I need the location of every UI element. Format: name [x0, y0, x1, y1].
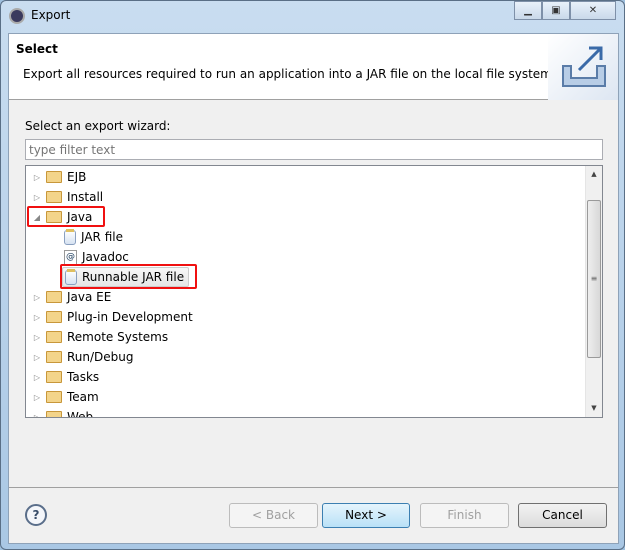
tree-item-label: EJB: [67, 170, 87, 184]
collapsed-twistie-icon[interactable]: ▷: [32, 293, 42, 302]
dialog-client: Select Export all resources required to …: [8, 33, 619, 544]
back-button[interactable]: < Back: [229, 503, 318, 528]
page-description: Export all resources required to run an …: [23, 67, 556, 81]
collapsed-twistie-icon[interactable]: ▷: [32, 173, 42, 182]
page-title: Select: [16, 42, 58, 56]
tree-item[interactable]: ▷ Team: [32, 387, 99, 407]
tree-item-label: Team: [67, 390, 99, 404]
collapsed-twistie-icon[interactable]: ▷: [32, 353, 42, 362]
tree-item[interactable]: ▷ EJB: [32, 167, 86, 187]
tree-item-label: Plug-in Development: [67, 310, 193, 324]
tree-item[interactable]: ▷ Web: [32, 407, 94, 418]
filter-input[interactable]: [25, 139, 603, 160]
tree-item-label: Run/Debug: [67, 350, 134, 364]
scroll-down-arrow[interactable]: ▼: [586, 400, 602, 417]
scroll-thumb[interactable]: ≡: [587, 200, 601, 358]
tree-item-label: Java EE: [67, 290, 112, 304]
collapsed-twistie-icon[interactable]: ▷: [32, 333, 42, 342]
window-title: Export: [31, 8, 71, 22]
cancel-button[interactable]: Cancel: [518, 503, 607, 528]
tree-item[interactable]: ▷ Install: [32, 187, 103, 207]
collapsed-twistie-icon[interactable]: ▷: [32, 373, 42, 382]
help-icon[interactable]: ?: [25, 504, 47, 526]
tree-item-label: Remote Systems: [67, 330, 169, 344]
filter-label: Select an export wizard:: [25, 119, 171, 133]
folder-icon: [46, 371, 62, 383]
close-button[interactable]: ✕: [570, 1, 616, 20]
wizard-tree: ▲ ≡ ▼ ▷ EJB ▷ Install ◢ Java JAR file @ Javadoc R…: [25, 165, 603, 418]
folder-icon: [46, 191, 62, 203]
red-highlight-box: [27, 206, 105, 227]
folder-icon: [46, 311, 62, 323]
folder-icon: [46, 171, 62, 183]
next-button[interactable]: Next >: [322, 503, 410, 528]
folder-icon: [46, 411, 62, 417]
tree-item[interactable]: ▷ Tasks: [32, 367, 99, 387]
export-wizard-icon: [548, 34, 618, 100]
maximize-button[interactable]: ▣: [542, 1, 570, 20]
minimize-button[interactable]: ▁: [514, 1, 542, 20]
javadoc-icon: @: [64, 249, 77, 265]
tree-item-label: JAR file: [81, 230, 123, 244]
collapsed-twistie-icon[interactable]: ▷: [32, 313, 42, 322]
tree-item-label: Tasks: [67, 370, 100, 384]
tree-item[interactable]: ▷ Remote Systems: [32, 327, 168, 347]
tree-item-label: Web: [67, 410, 94, 418]
collapsed-twistie-icon[interactable]: ▷: [32, 193, 42, 202]
tree-item[interactable]: JAR file: [64, 227, 123, 247]
tree-item[interactable]: ▷ Java EE: [32, 287, 111, 307]
scroll-up-arrow[interactable]: ▲: [586, 166, 602, 183]
finish-button[interactable]: Finish: [420, 503, 509, 528]
tree-item[interactable]: ▷ Run/Debug: [32, 347, 134, 367]
wizard-header: Select Export all resources required to …: [9, 34, 618, 100]
eclipse-icon: [9, 8, 25, 24]
collapsed-twistie-icon[interactable]: ▷: [32, 413, 42, 418]
tree-item-label: Javadoc: [82, 250, 129, 264]
folder-icon: [46, 291, 62, 303]
tree-item-label: Install: [67, 190, 104, 204]
vertical-scrollbar[interactable]: ▲ ≡ ▼: [585, 166, 602, 417]
separator: [9, 487, 618, 488]
jar-icon: [64, 228, 76, 245]
folder-icon: [46, 391, 62, 403]
collapsed-twistie-icon[interactable]: ▷: [32, 393, 42, 402]
folder-icon: [46, 351, 62, 363]
folder-icon: [46, 331, 62, 343]
red-highlight-box: [60, 264, 197, 289]
tree-item[interactable]: ▷ Plug-in Development: [32, 307, 193, 327]
export-dialog: Export ▁ ▣ ✕ Select Export all resources…: [0, 0, 625, 550]
